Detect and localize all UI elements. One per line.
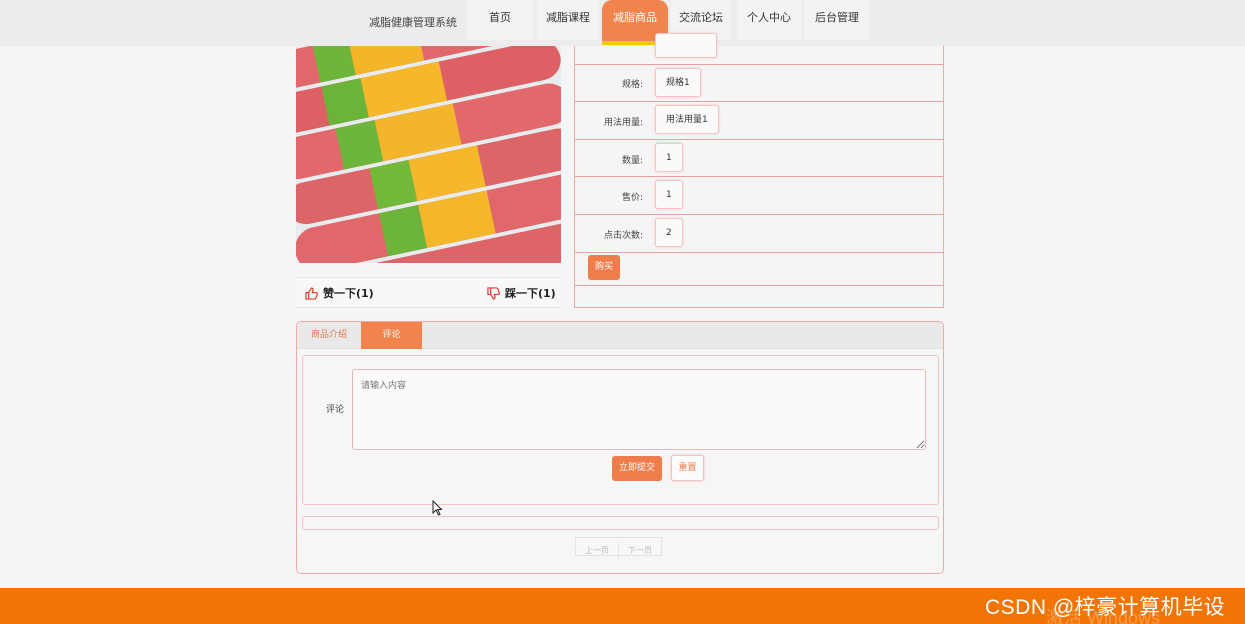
detail-value: 1 [655, 143, 683, 172]
detail-label: 售价: [621, 193, 643, 203]
dislike-label: 踩一下(1) [505, 287, 556, 300]
detail-row: 数量: 1 [575, 140, 943, 177]
next-page-button[interactable]: 下一页 [618, 542, 661, 559]
detail-value: 规格1 [655, 68, 701, 97]
comment-list [302, 516, 939, 530]
comment-form: 评论 立即提交 重置 [302, 355, 939, 505]
nav-item-profile[interactable]: 个人中心 [737, 0, 801, 40]
submit-button[interactable]: 立即提交 [612, 456, 662, 481]
product-details: 规格: 规格1 用法用量: 用法用量1 数量: 1 售价: 1 点击次数: 2 … [574, 33, 944, 308]
tabs-panel: 商品介绍 评论 评论 立即提交 重置 上一页下一页 [296, 321, 944, 574]
csdn-watermark: CSDN @梓豪计算机毕设 [985, 596, 1226, 619]
detail-row: 点击次数: 2 [575, 215, 943, 253]
top-nav: 减脂健康管理系统 首页 减脂课程 减脂商品 交流论坛 个人中心 后台管理 [0, 0, 1245, 46]
nav-item-courses[interactable]: 减脂课程 [537, 0, 599, 40]
detail-value-cutoff [655, 33, 717, 58]
prev-page-button[interactable]: 上一页 [576, 542, 618, 559]
detail-label: 用法用量: [603, 118, 643, 128]
tab-product-intro[interactable]: 商品介绍 [297, 322, 361, 349]
tab-bar: 商品介绍 评论 [297, 322, 943, 349]
detail-value: 2 [655, 218, 683, 247]
nav-item-admin[interactable]: 后台管理 [804, 0, 870, 40]
dislike-button[interactable]: 踩一下(1) [487, 285, 556, 301]
detail-label: 规格: [621, 80, 643, 90]
detail-row: 规格: 规格1 [575, 65, 943, 102]
detail-row-buy [575, 253, 943, 286]
nav-item-home[interactable]: 首页 [467, 0, 533, 40]
detail-row: 用法用量: 用法用量1 [575, 102, 943, 140]
tab-comments[interactable]: 评论 [361, 322, 422, 349]
detail-row-cutoff [575, 33, 943, 65]
buy-button[interactable]: 购买 [588, 255, 620, 280]
product-image [296, 46, 561, 263]
comment-input[interactable] [352, 369, 926, 450]
detail-row: 售价: 1 [575, 177, 943, 215]
like-label: 赞一下(1) [323, 287, 374, 300]
detail-label: 点击次数: [603, 231, 643, 241]
reset-button[interactable]: 重置 [671, 455, 704, 481]
mouse-cursor-icon [432, 500, 443, 516]
thumbs-down-icon [487, 287, 500, 300]
vote-bar: 赞一下(1) 踩一下(1) [296, 277, 561, 308]
detail-label: 数量: [621, 156, 643, 166]
site-brand: 减脂健康管理系统 [369, 16, 457, 29]
like-button[interactable]: 赞一下(1) [305, 285, 374, 301]
thumbs-up-icon [305, 287, 318, 300]
comment-label: 评论 [326, 405, 345, 415]
detail-value: 用法用量1 [655, 105, 719, 134]
detail-value: 1 [655, 180, 683, 209]
pagination: 上一页 下一页 [575, 537, 662, 559]
